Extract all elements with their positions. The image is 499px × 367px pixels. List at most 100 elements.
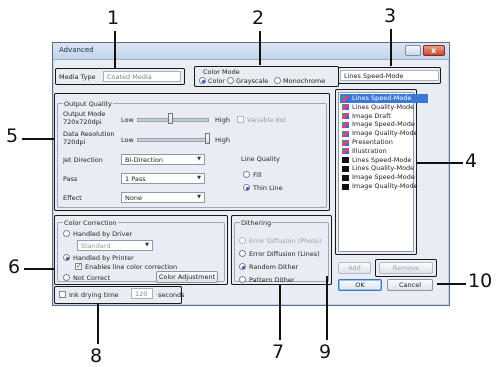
output-low-label: Low xyxy=(121,116,134,124)
callout-10: 10 xyxy=(468,270,493,292)
mode-list-item[interactable]: Image Speed-Mode xyxy=(340,120,428,129)
leader-line-4 xyxy=(417,162,463,164)
mode-list-item-label: Lines Quality-Mode xyxy=(352,164,415,173)
mode-list-item[interactable]: Lines Speed-Mode xyxy=(340,94,428,103)
mode-list-item-label: Image Speed-Mode xyxy=(352,120,415,129)
media-type-label: Media Type xyxy=(59,73,96,81)
pattern-dither-radio[interactable] xyxy=(239,276,246,283)
callout-3: 3 xyxy=(384,5,397,27)
mode-list-item-label: Image Speed-Mode xyxy=(352,173,415,182)
handled-by-printer-label: Handled by Printer xyxy=(73,254,134,262)
pass-label: Pass xyxy=(63,175,78,183)
variable-dot-checkbox[interactable] xyxy=(237,116,244,123)
color-correction-title: Color Correction xyxy=(63,219,118,227)
color-radio[interactable] xyxy=(199,77,206,84)
output-mode-slider-thumb[interactable] xyxy=(167,113,173,124)
output-mode-value: 720x720dpi xyxy=(63,118,102,126)
mode-list: Lines Speed-Mode Lines Quality-Mode Image … xyxy=(338,92,428,252)
color-mode-icon xyxy=(342,104,349,111)
mode-list-item[interactable]: Image Speed-Mode xyxy=(340,173,428,182)
callout-9: 9 xyxy=(319,341,332,363)
black-mode-icon xyxy=(342,183,349,190)
mode-list-item-label: Lines Speed-Mode xyxy=(352,155,412,164)
leader-line-6 xyxy=(24,268,54,270)
output-quality-title: Output Quality xyxy=(63,100,113,108)
mode-list-item[interactable]: Lines Speed-Mode xyxy=(340,156,428,165)
data-resolution-slider-thumb[interactable] xyxy=(205,133,210,144)
ink-drying-input[interactable]: 120 xyxy=(131,288,153,299)
line-color-correction-checkbox[interactable] xyxy=(75,262,82,270)
handled-by-driver-radio[interactable] xyxy=(63,230,70,237)
mode-list-item[interactable]: Image Quality-Mode xyxy=(340,129,428,138)
callout-7: 7 xyxy=(272,341,285,363)
error-diffusion-photo-label: Error Diffusion (Photo) xyxy=(249,237,322,245)
color-radio-label: Color xyxy=(208,77,225,85)
pass-select[interactable]: 1 Pass xyxy=(121,173,205,184)
data-resolution-slider-track[interactable] xyxy=(137,138,209,142)
leader-line-1 xyxy=(114,31,116,68)
random-dither-radio[interactable] xyxy=(239,263,246,270)
mode-list-item-label: Lines Speed-Mode xyxy=(352,94,412,102)
line-quality-title: Line Quality xyxy=(241,155,280,163)
color-mode-icon xyxy=(342,113,349,120)
random-dither-label: Random Dither xyxy=(249,263,299,271)
jet-direction-select[interactable]: Bi-Direction xyxy=(121,154,205,165)
ink-drying-checkbox[interactable] xyxy=(59,291,66,298)
driver-correction-select[interactable]: Standard xyxy=(77,240,153,251)
mode-list-item-label: Presentation xyxy=(352,138,393,146)
mode-list-item-label: Image Quality-Mode xyxy=(352,129,418,138)
leader-line-8 xyxy=(97,304,99,344)
mode-list-item[interactable]: Lines Quality-Mode xyxy=(340,164,428,173)
mode-list-item[interactable]: Image Quality-Mode xyxy=(340,182,428,191)
grayscale-radio[interactable] xyxy=(227,77,234,84)
mode-list-item[interactable]: Image Draft xyxy=(340,112,428,121)
leader-line-3 xyxy=(390,29,392,66)
black-mode-icon xyxy=(342,157,349,164)
thin-line-radio[interactable] xyxy=(243,184,250,191)
callout-2: 2 xyxy=(252,7,265,29)
line-color-correction-label: Enables line color correction xyxy=(85,263,178,271)
callout-5: 5 xyxy=(6,125,19,147)
black-mode-icon xyxy=(342,165,349,172)
error-diffusion-lines-radio[interactable] xyxy=(239,250,246,257)
mode-list-item-label: Image Quality-Mode xyxy=(352,182,418,190)
cancel-button[interactable]: Cancel xyxy=(387,279,433,291)
color-adjustment-button[interactable]: Color Adjustment xyxy=(156,271,218,283)
color-mode-icon xyxy=(342,95,349,102)
effect-label: Effect xyxy=(63,194,82,202)
color-mode-icon xyxy=(342,139,349,146)
mode-list-item[interactable]: Lines Quality-Mode xyxy=(340,103,428,112)
leader-line-9 xyxy=(326,276,328,340)
monochrome-radio-label: Monochrome xyxy=(283,77,326,85)
mode-list-item[interactable]: Illustration xyxy=(340,147,428,156)
color-mode-icon xyxy=(342,121,349,128)
data-high-label: High xyxy=(215,136,230,144)
effect-select[interactable]: None xyxy=(121,192,205,203)
close-button[interactable] xyxy=(423,45,445,56)
monochrome-radio[interactable] xyxy=(274,77,281,84)
jet-direction-label: Jet Direction xyxy=(63,156,103,164)
not-correct-radio[interactable] xyxy=(63,274,70,281)
callout-8: 8 xyxy=(90,345,103,367)
advanced-dialog: Advanced Media Type Coated Media Color M… xyxy=(52,42,450,306)
dithering-title: Dithering xyxy=(240,219,273,227)
mode-list-item[interactable]: Presentation xyxy=(340,138,428,147)
add-button[interactable]: Add xyxy=(338,262,371,274)
help-button[interactable] xyxy=(405,45,421,56)
pattern-dither-label: Pattern Dither xyxy=(249,276,295,284)
remove-button[interactable]: Remove xyxy=(379,262,433,274)
error-diffusion-photo-radio[interactable] xyxy=(239,237,246,244)
callout-4: 4 xyxy=(465,150,478,172)
thin-line-radio-label: Thin Line xyxy=(253,184,283,192)
leader-line-10 xyxy=(437,283,466,285)
mode-name-input[interactable]: Lines Speed-Mode xyxy=(340,70,439,81)
handled-by-printer-radio[interactable] xyxy=(63,254,70,261)
mode-list-item-label: Illustration xyxy=(352,146,387,155)
fill-radio[interactable] xyxy=(243,171,250,178)
output-mode-slider-track[interactable] xyxy=(137,118,209,122)
color-mode-icon xyxy=(342,148,349,155)
color-mode-title: Color Mode xyxy=(203,68,240,76)
not-correct-label: Not Correct xyxy=(73,274,111,282)
handled-by-driver-label: Handled by Driver xyxy=(73,230,133,238)
ok-button[interactable]: OK xyxy=(338,279,382,291)
